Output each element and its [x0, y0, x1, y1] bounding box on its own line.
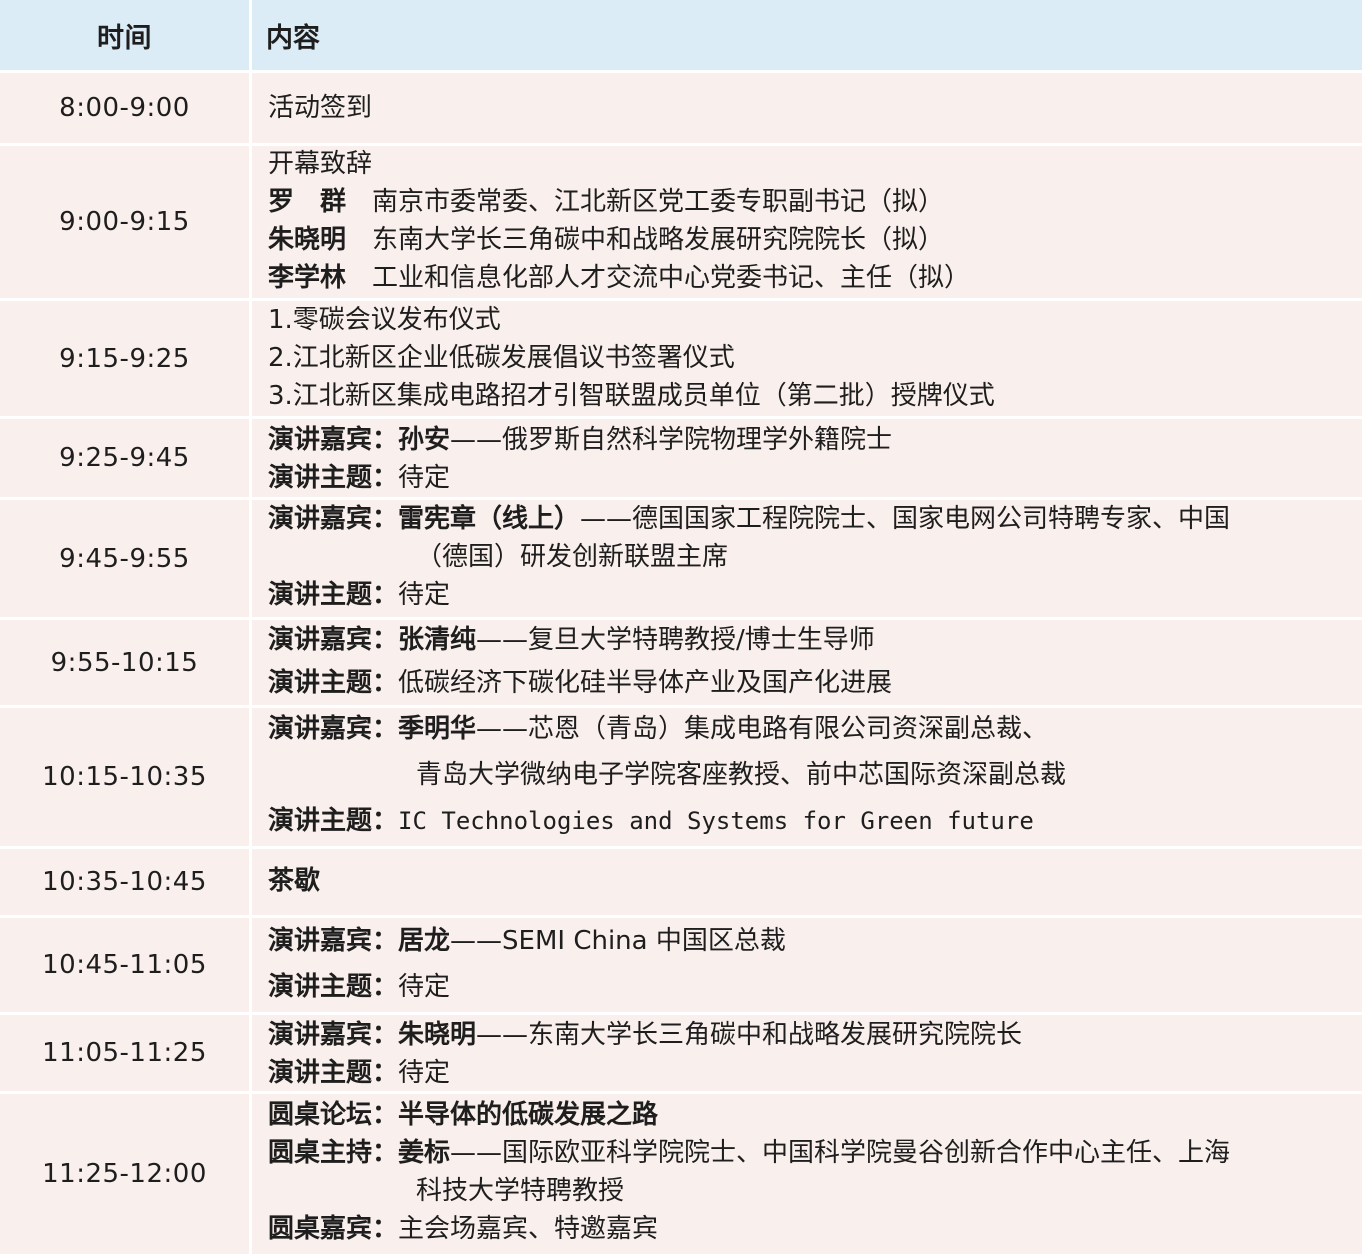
content-line: 演讲主题：待定	[268, 580, 451, 610]
time-cell: 11:25-12:00	[0, 1094, 249, 1254]
table-row: 11:25-12:00	[0, 1094, 1362, 1254]
content-line: 圆桌论坛：半导体的低碳发展之路	[268, 1100, 659, 1130]
content-line: 活动签到	[268, 93, 373, 123]
time-cell: 8:00-9:00	[0, 73, 249, 143]
header-row: 时间 内容	[0, 0, 1362, 70]
content-line: 罗 群 南京市委常委、江北新区党工委专职副书记（拟）	[268, 187, 945, 217]
content-line: 朱晓明 东南大学长三角碳中和战略发展研究院院长（拟）	[268, 225, 945, 255]
content-line: 李学林 工业和信息化部人才交流中心党委书记、主任（拟）	[268, 263, 971, 293]
content-line: 演讲嘉宾：雷宪章（线上）——德国国家工程院院士、国家电网公司特聘专家、中国	[268, 504, 1231, 534]
time-cell: 10:45-11:05	[0, 918, 249, 1012]
time-cell: 9:00-9:15	[0, 146, 249, 298]
content-line: 3.江北新区集成电路招才引智联盟成员单位（第二批）授牌仪式	[268, 381, 995, 411]
content-line: 圆桌嘉宾：主会场嘉宾、特邀嘉宾	[268, 1214, 659, 1244]
content-line: 演讲主题：待定	[268, 972, 451, 1002]
content-line: 演讲嘉宾：朱晓明——东南大学长三角碳中和战略发展研究院院长	[268, 1020, 1023, 1050]
table-row: 8:00-9:00	[0, 73, 1362, 143]
content-line: 科技大学特聘教授	[416, 1176, 625, 1206]
content-line: 茶歇	[268, 866, 321, 896]
content-line: 演讲主题：待定	[268, 1058, 451, 1088]
content-line: 演讲主题：待定	[268, 463, 451, 493]
time-cell: 9:25-9:45	[0, 419, 249, 497]
content-cell	[252, 849, 1362, 915]
agenda-table: 时间 内容 8:00-9:00 活动签到 9:00-9:15 开幕致辞 罗 群 …	[0, 0, 1362, 1254]
content-cell	[252, 73, 1362, 143]
time-cell: 11:05-11:25	[0, 1015, 249, 1091]
content-line: （德国）研发创新联盟主席	[416, 542, 729, 572]
content-line: 开幕致辞	[268, 149, 373, 179]
time-cell: 10:35-10:45	[0, 849, 249, 915]
table-row: 10:35-10:45	[0, 849, 1362, 915]
time-cell: 9:55-10:15	[0, 620, 249, 705]
header-time: 时间	[0, 0, 249, 70]
content-line: 演讲嘉宾：居龙——SEMI China 中国区总裁	[268, 926, 786, 956]
header-content: 内容	[252, 0, 1362, 70]
content-line: 1.零碳会议发布仪式	[268, 305, 501, 335]
content-line: 青岛大学微纳电子学院客座教授、前中芯国际资深副总裁	[416, 760, 1067, 790]
content-line: 演讲嘉宾：季明华——芯恩（青岛）集成电路有限公司资深副总裁、	[268, 714, 1049, 744]
time-cell: 9:45-9:55	[0, 500, 249, 617]
content-line: 演讲主题：低碳经济下碳化硅半导体产业及国产化进展	[268, 668, 893, 698]
time-cell: 10:15-10:35	[0, 708, 249, 846]
content-line: 圆桌主持：姜标——国际欧亚科学院院士、中国科学院曼谷创新合作中心主任、上海	[268, 1138, 1231, 1168]
content-line: 2.江北新区企业低碳发展倡议书签署仪式	[268, 343, 735, 373]
content-line: 演讲嘉宾：张清纯——复旦大学特聘教授/博士生导师	[268, 625, 875, 655]
content-line: 演讲嘉宾：孙安——俄罗斯自然科学院物理学外籍院士	[268, 425, 893, 455]
time-cell: 9:15-9:25	[0, 301, 249, 416]
content-line: 演讲主题：IC Technologies and Systems for Gre…	[268, 806, 1034, 836]
